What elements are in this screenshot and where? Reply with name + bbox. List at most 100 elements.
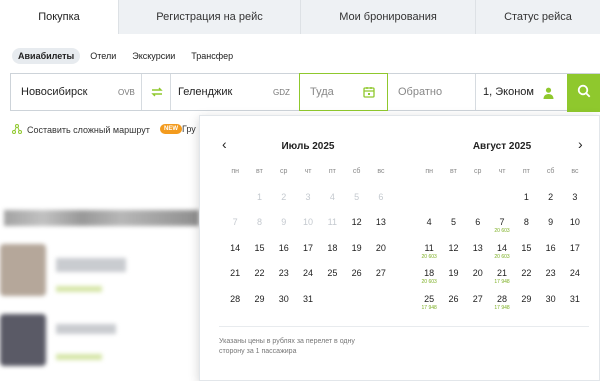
weekday-label: пт: [328, 168, 336, 175]
day-number: 11: [327, 217, 337, 227]
search-icon: [577, 84, 591, 103]
calendar-day[interactable]: 5: [441, 217, 465, 243]
calendar-day[interactable]: 13: [369, 217, 393, 243]
calendar-day[interactable]: 16: [538, 243, 562, 269]
person-icon: [543, 86, 554, 104]
calendar-day: 6: [369, 192, 393, 218]
divider: [170, 74, 171, 110]
calendar-day[interactable]: 24: [563, 268, 587, 294]
day-number: 27: [375, 268, 386, 278]
day-number: 12: [448, 242, 459, 253]
calendar-day[interactable]: 25: [320, 268, 344, 294]
tab-my-bookings[interactable]: Мои бронирования: [300, 0, 475, 34]
calendar-day[interactable]: 30: [272, 294, 296, 320]
day-number: 7: [232, 217, 238, 227]
calendar-day[interactable]: 12: [344, 217, 368, 243]
tab-purchase[interactable]: Покупка: [0, 0, 118, 34]
calendar-day[interactable]: 28 17 948: [490, 294, 514, 320]
calendar-day[interactable]: 1: [514, 192, 538, 218]
blurred-text: [56, 258, 126, 272]
day-number: 28: [230, 293, 241, 304]
calendar-day[interactable]: 20: [369, 243, 393, 269]
weekday-label: вс: [377, 168, 385, 175]
weekday-label: чт: [304, 168, 312, 175]
calendar-day[interactable]: 21: [223, 268, 247, 294]
calendar-day[interactable]: 15: [514, 243, 538, 269]
calendar-day[interactable]: 8: [514, 217, 538, 243]
subnav-excursions[interactable]: Экскурсии: [126, 48, 181, 64]
calendar-day[interactable]: 18 20 603: [417, 268, 441, 294]
weekday-label: пн: [231, 168, 239, 175]
calendar-day[interactable]: 23: [272, 268, 296, 294]
depart-date-field[interactable]: Туда: [299, 73, 388, 111]
calendar-day[interactable]: 17: [563, 243, 587, 269]
calendar-empty-cell: [223, 192, 247, 218]
calendar-day[interactable]: 23: [538, 268, 562, 294]
calendar-day[interactable]: 25 17 948: [417, 294, 441, 320]
calendar-day[interactable]: 16: [272, 243, 296, 269]
calendar-day[interactable]: 2: [538, 192, 562, 218]
calendar-day[interactable]: 19: [441, 268, 465, 294]
calendar-day[interactable]: 26: [441, 294, 465, 320]
calendar-day[interactable]: 29: [247, 294, 271, 320]
weekday-label: вт: [450, 168, 457, 175]
day-number: 31: [569, 293, 580, 304]
day-number: 25: [327, 268, 338, 278]
day-price: 17 948: [494, 279, 510, 285]
swap-icon[interactable]: [149, 74, 165, 110]
calendar-day[interactable]: 19: [344, 243, 368, 269]
calendar-day[interactable]: 26: [344, 268, 368, 294]
calendar-day[interactable]: 28: [223, 294, 247, 320]
day-number: 20: [375, 242, 386, 253]
day-number: 15: [254, 242, 265, 253]
calendar-day[interactable]: 13: [466, 243, 490, 269]
calendar-day[interactable]: 24: [296, 268, 320, 294]
blurred-text: [56, 324, 116, 334]
calendar-day[interactable]: 30: [538, 294, 562, 320]
top-tabs: Покупка Регистрация на рейс Мои брониров…: [0, 0, 600, 34]
weekday-label: сб: [546, 168, 555, 175]
calendar-day[interactable]: 27: [369, 268, 393, 294]
blurred-text: [56, 286, 102, 292]
subnav-flights[interactable]: Авиабилеты: [12, 48, 81, 64]
day-number: 24: [569, 268, 580, 278]
calendar-day[interactable]: 17: [296, 243, 320, 269]
day-number: 26: [351, 268, 362, 278]
calendar-day[interactable]: 31: [296, 294, 320, 320]
calendar-day[interactable]: 15: [247, 243, 271, 269]
day-number: 30: [545, 293, 556, 304]
complex-route-link[interactable]: Составить сложный маршрут: [12, 124, 150, 136]
calendar-day[interactable]: 22: [247, 268, 271, 294]
calendar-day[interactable]: 21 17 948: [490, 268, 514, 294]
calendar-day[interactable]: 14 20 603: [490, 243, 514, 269]
search-button[interactable]: [567, 74, 600, 112]
calendar-day[interactable]: 14: [223, 243, 247, 269]
tab-flight-status[interactable]: Статус рейса: [475, 0, 600, 34]
calendar-day[interactable]: 9: [538, 217, 562, 243]
return-date-field[interactable]: Обратно: [398, 74, 478, 110]
tab-checkin[interactable]: Регистрация на рейс: [118, 0, 300, 34]
calendar-day[interactable]: 6: [466, 217, 490, 243]
calendar-day[interactable]: 27: [466, 294, 490, 320]
calendar-day[interactable]: 18: [320, 243, 344, 269]
calendar-day[interactable]: 12: [441, 243, 465, 269]
day-number: 16: [545, 242, 556, 253]
weekday-label: пт: [522, 168, 530, 175]
calendar-day[interactable]: 10: [563, 217, 587, 243]
calendar-day[interactable]: 11 20 603: [417, 243, 441, 269]
calendar-day[interactable]: 20: [466, 268, 490, 294]
search-form: Новосибирск OVB Геленджик GDZ Туда Обрат…: [10, 73, 600, 111]
group-booking-link[interactable]: Гру: [182, 124, 196, 134]
calendar-day[interactable]: 29: [514, 294, 538, 320]
calendar-day[interactable]: 3: [563, 192, 587, 218]
subnav-hotels[interactable]: Отели: [84, 48, 122, 64]
day-number: 6: [378, 191, 384, 202]
subnav-transfer[interactable]: Трансфер: [185, 48, 239, 64]
calendar-day[interactable]: 7 20 603: [490, 217, 514, 243]
calendar-day[interactable]: 31: [563, 294, 587, 320]
day-number: 22: [521, 268, 532, 278]
calendar-day[interactable]: 22: [514, 268, 538, 294]
calendar-day[interactable]: 4: [417, 217, 441, 243]
day-number: 8: [523, 217, 529, 227]
day-number: 23: [278, 268, 289, 278]
